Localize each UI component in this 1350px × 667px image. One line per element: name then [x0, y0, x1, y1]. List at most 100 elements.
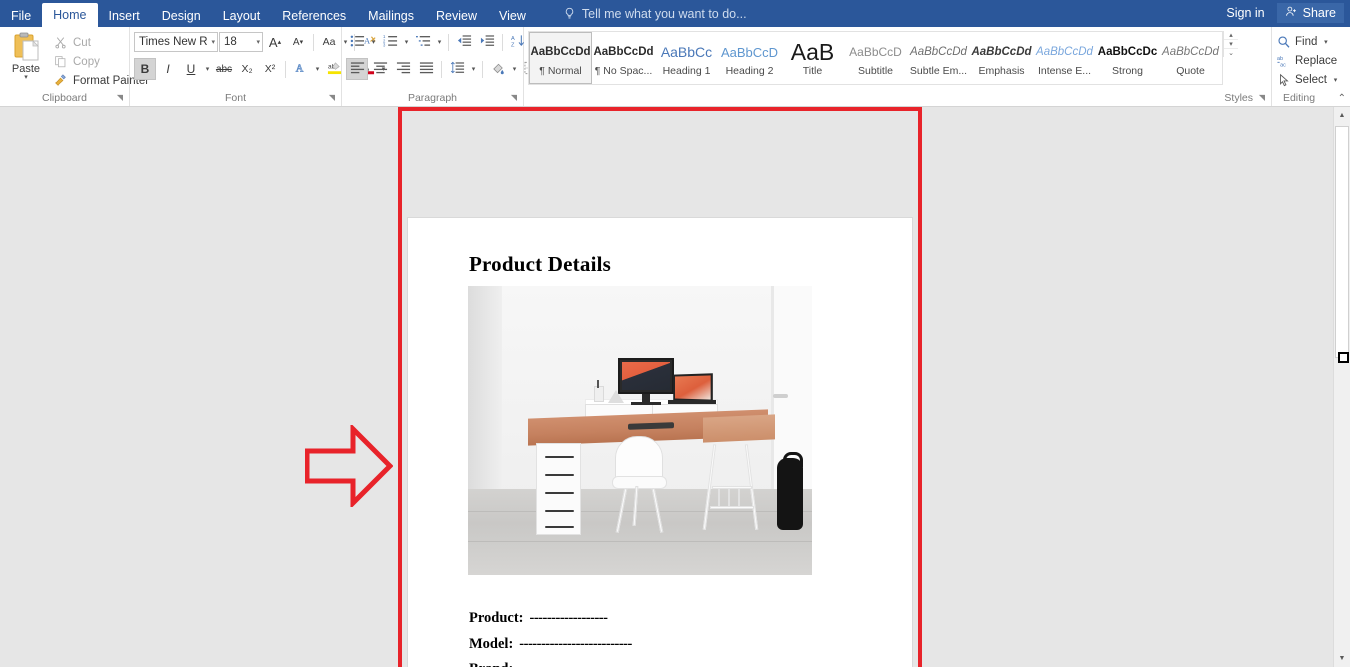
decrease-indent-button[interactable]	[453, 31, 475, 53]
style-item-emphasis[interactable]: AaBbCcDd Emphasis	[970, 32, 1033, 84]
align-center-button[interactable]	[369, 58, 391, 80]
tab-insert[interactable]: Insert	[98, 5, 151, 27]
superscript-button[interactable]: X²	[259, 58, 281, 80]
grow-font-arrow: ▴	[277, 39, 282, 46]
document-page[interactable]: Product Details Product: ---------------…	[408, 218, 912, 667]
product-image[interactable]	[468, 286, 812, 575]
paragraph-separator-4	[482, 60, 483, 78]
format-painter-icon	[53, 73, 68, 88]
tab-mailings[interactable]: Mailings	[357, 5, 425, 27]
justify-button[interactable]	[415, 58, 437, 80]
font-size-combo[interactable]: 18 ▾	[219, 32, 263, 52]
tell-me-label: Tell me what you want to do...	[581, 6, 747, 21]
sign-in-button[interactable]: Sign in	[1218, 4, 1272, 22]
font-name-combo[interactable]: Times New Ro ▾	[134, 32, 218, 52]
shrink-font-button[interactable]: A ▾	[287, 31, 309, 53]
subscript-button[interactable]: X₂	[236, 58, 258, 80]
bold-button[interactable]: B	[134, 58, 156, 80]
tab-view[interactable]: View	[488, 5, 537, 27]
style-item-quote[interactable]: AaBbCcDd Quote	[1159, 32, 1222, 84]
find-caret[interactable]: ▾	[1321, 38, 1330, 46]
change-case-button[interactable]: Aa	[318, 31, 340, 53]
style-item-subtle-em[interactable]: AaBbCcDd Subtle Em...	[907, 32, 970, 84]
tab-references[interactable]: References	[271, 5, 357, 27]
font-dialog-launcher[interactable]: ◥	[329, 90, 335, 105]
styles-more-button[interactable]: ⌄	[1224, 49, 1238, 57]
style-preview: AaBbCcDd	[971, 46, 1032, 58]
field-row[interactable]: Product: ------------------	[469, 610, 869, 636]
paragraph-group-label: Paragraph ◥	[346, 91, 519, 106]
field-row[interactable]: Model: --------------------------	[469, 636, 869, 662]
scroll-up-button[interactable]: ▲	[1334, 107, 1350, 124]
clipboard-group-label-text: Clipboard	[42, 92, 87, 104]
svg-text:A: A	[296, 63, 304, 74]
align-left-button[interactable]	[346, 58, 368, 80]
style-preview: AaBbCcDd	[910, 46, 967, 58]
word-window: File Home Insert Design Layout Reference…	[0, 0, 1350, 667]
scroll-down-button[interactable]: ▼	[1334, 650, 1350, 667]
select-button[interactable]: Select ▾	[1276, 70, 1340, 89]
underline-caret[interactable]: ▾	[203, 65, 212, 73]
scrollbar-thumb[interactable]	[1335, 126, 1349, 358]
multilevel-list-caret[interactable]: ▾	[435, 38, 444, 46]
style-item-no-spac[interactable]: AaBbCcDd ¶ No Spac...	[592, 32, 655, 84]
field-row[interactable]: Brand: ----------------------	[469, 661, 869, 667]
tab-design[interactable]: Design	[151, 5, 212, 27]
multilevel-list-button[interactable]	[412, 31, 434, 53]
clipboard-dialog-launcher[interactable]: ◥	[117, 90, 123, 105]
bullets-button[interactable]	[346, 31, 368, 53]
field-blank-line: ----------------------	[519, 661, 615, 667]
text-effects-caret[interactable]: ▾	[313, 65, 322, 73]
text-effects-icon: A	[294, 61, 308, 78]
tell-me-search[interactable]: Tell me what you want to do...	[563, 0, 747, 27]
tab-file[interactable]: File	[0, 5, 42, 27]
style-item-intense-e[interactable]: AaBbCcDd Intense E...	[1033, 32, 1096, 84]
underline-button[interactable]: U	[180, 58, 202, 80]
paste-dropdown-caret[interactable]: ▾	[24, 74, 28, 81]
styles-scroll-up-button[interactable]: ▴	[1224, 31, 1238, 40]
photo-door-frame	[771, 286, 774, 522]
shading-caret[interactable]: ▾	[510, 65, 519, 73]
style-item-heading-1[interactable]: AaBbCc Heading 1	[655, 32, 718, 84]
strikethrough-button[interactable]: abc	[213, 58, 235, 80]
styles-gallery[interactable]: AaBbCcDd ¶ Normal AaBbCcDd ¶ No Spac... AaBb…	[528, 31, 1223, 85]
numbering-button[interactable]: 1 2 3	[379, 31, 401, 53]
style-item-strong[interactable]: AaBbCcDc Strong	[1096, 32, 1159, 84]
bullets-caret[interactable]: ▾	[369, 38, 378, 46]
text-effects-button[interactable]: A	[290, 58, 312, 80]
style-item-subtitle[interactable]: AaBbCcD Subtitle	[844, 32, 907, 84]
style-item-heading-2[interactable]: AaBbCcD Heading 2	[718, 32, 781, 84]
svg-text:Z: Z	[511, 42, 515, 47]
document-canvas[interactable]: Product Details Product: ---------------…	[0, 107, 1350, 667]
vertical-scrollbar[interactable]: ▲ ▼	[1333, 107, 1350, 667]
object-anchor-handle[interactable]	[1338, 352, 1349, 363]
tab-review[interactable]: Review	[425, 5, 488, 27]
styles-scroll-down-button[interactable]: ▾	[1224, 40, 1238, 49]
grow-font-button[interactable]: A ▴	[264, 31, 286, 53]
line-spacing-caret[interactable]: ▾	[469, 65, 478, 73]
paragraph-dialog-launcher[interactable]: ◥	[511, 90, 517, 105]
italic-button[interactable]: I	[157, 58, 179, 80]
styles-dialog-launcher[interactable]: ◥	[1259, 90, 1265, 105]
tab-home[interactable]: Home	[42, 3, 98, 27]
select-caret[interactable]: ▾	[1331, 76, 1340, 84]
font-size-caret[interactable]: ▾	[253, 38, 260, 46]
replace-button[interactable]: ab ac Replace	[1276, 51, 1340, 70]
share-button[interactable]: Share	[1276, 3, 1344, 23]
underline-label: U	[186, 62, 196, 76]
paste-button[interactable]: Paste ▾	[4, 30, 48, 90]
title-bar: File Home Insert Design Layout Reference…	[0, 0, 1350, 27]
numbering-caret[interactable]: ▾	[402, 38, 411, 46]
style-preview: AaBbCcD	[720, 44, 779, 60]
increase-indent-button[interactable]	[476, 31, 498, 53]
shading-button[interactable]	[487, 58, 509, 80]
find-button[interactable]: Find ▾	[1276, 32, 1340, 51]
tab-layout[interactable]: Layout	[212, 5, 272, 27]
align-right-button[interactable]	[392, 58, 414, 80]
collapse-ribbon-button[interactable]: ⌃	[1338, 93, 1346, 104]
style-item-title[interactable]: AaB Title	[781, 32, 844, 84]
font-name-caret[interactable]: ▾	[208, 38, 215, 46]
align-center-icon	[373, 61, 388, 78]
style-item-normal[interactable]: AaBbCcDd ¶ Normal	[529, 32, 592, 84]
line-spacing-button[interactable]	[446, 58, 468, 80]
